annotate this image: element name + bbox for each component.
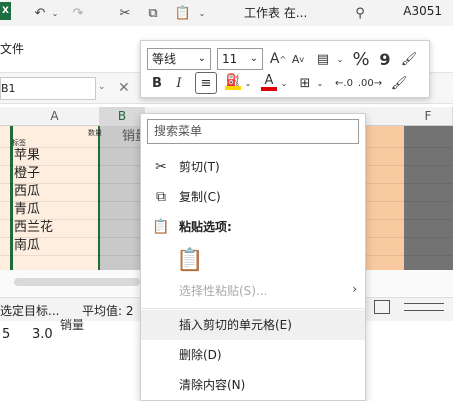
copy-icon[interactable]: ⧉ bbox=[144, 5, 162, 21]
cut-icon[interactable]: ✂ bbox=[116, 5, 134, 21]
font-size-value: 11 bbox=[222, 52, 238, 66]
font-name-value: 等线 bbox=[152, 52, 177, 66]
menu-item-copy[interactable]: ⧉ 复制(C) bbox=[141, 182, 365, 212]
menu-item-label: 插入剪切的单元格(E) bbox=[179, 318, 292, 332]
chevron-down-icon[interactable]: ⌄ bbox=[315, 73, 325, 93]
status-average[interactable]: 平均值: 2 bbox=[82, 302, 134, 319]
search-icon[interactable]: ⚲ bbox=[350, 5, 370, 21]
table-row[interactable]: 西兰花 bbox=[14, 219, 53, 237]
font-color-button[interactable]: A bbox=[259, 72, 279, 92]
chevron-down-icon: ⌄ bbox=[197, 53, 206, 64]
table-row[interactable]: 橙子 bbox=[14, 165, 40, 183]
table-row[interactable]: 青瓜 bbox=[14, 201, 40, 219]
menu-item-clear-contents[interactable]: 清除内容(N) bbox=[141, 370, 365, 400]
percent-button[interactable]: % bbox=[351, 49, 371, 70]
font-name-select[interactable]: 等线 ⌄ bbox=[147, 48, 211, 70]
menu-item-delete[interactable]: 删除(D) bbox=[141, 340, 365, 370]
header-small-label: 数量 bbox=[88, 129, 102, 137]
name-box[interactable]: B1 bbox=[0, 77, 96, 100]
chevron-down-icon: ⌄ bbox=[249, 53, 258, 64]
value-cell: 3.0 bbox=[32, 327, 53, 342]
menu-item-label: 粘贴选项: bbox=[179, 220, 232, 234]
undo-icon[interactable]: ↶ bbox=[30, 5, 50, 21]
mini-toolbar: 等线 ⌄ 11 ⌄ A ^ Av ▤ ⌄ % 9 🖌 B I ≡ ⛽ ⌄ A ⌄ … bbox=[140, 40, 430, 98]
column-header-a[interactable]: A bbox=[10, 107, 100, 126]
cut-icon: ✂ bbox=[155, 159, 167, 175]
chevron-down-icon[interactable]: ⌄ bbox=[98, 82, 106, 92]
align-center-button[interactable]: ≡ bbox=[195, 72, 217, 94]
chevron-right-icon: › bbox=[352, 282, 357, 296]
table-row[interactable]: 南瓜 bbox=[14, 237, 40, 255]
page-break-icon[interactable] bbox=[404, 303, 444, 311]
paste-option-button[interactable]: 📋 bbox=[141, 244, 365, 276]
decrease-decimal-icon[interactable]: .00→ bbox=[358, 73, 382, 93]
number-format-icon[interactable]: ▤ bbox=[313, 49, 333, 69]
chevron-down-icon[interactable]: ⌄ bbox=[243, 73, 253, 93]
title-bar: X ↶ ⌄ ↷ ✂ ⧉ 📋 ⌄ 工作表 在... ⚲ A3051 bbox=[0, 0, 453, 26]
font-size-select[interactable]: 11 ⌄ bbox=[217, 48, 263, 70]
excel-logo: X bbox=[0, 2, 11, 20]
italic-button[interactable]: I bbox=[169, 73, 189, 93]
shrink-font-icon: A bbox=[291, 52, 300, 66]
paint-bucket-icon: ⛽ bbox=[225, 73, 241, 87]
paste-icon[interactable]: 📋 bbox=[174, 5, 192, 21]
menu-item-label: 删除(D) bbox=[179, 348, 222, 362]
format-painter-icon[interactable]: 🖌 bbox=[399, 49, 419, 69]
paste-icon: 📋 bbox=[152, 219, 170, 235]
chevron-down-icon[interactable]: ⌄ bbox=[279, 73, 289, 93]
page-layout-icon[interactable] bbox=[374, 300, 390, 314]
menu-item-cut[interactable]: ✂ 剪切(T) bbox=[141, 152, 365, 182]
menu-item-label: 复制(C) bbox=[179, 190, 221, 204]
format-painter-icon[interactable]: 🖌 bbox=[389, 73, 409, 93]
borders-icon[interactable]: ⊞ bbox=[295, 73, 315, 93]
chevron-down-icon[interactable]: ⌄ bbox=[335, 49, 345, 69]
menu-item-paste-options: 📋 粘贴选项: bbox=[141, 212, 365, 242]
redo-icon[interactable]: ↷ bbox=[68, 5, 88, 21]
paste-icon[interactable]: 📋 bbox=[176, 248, 203, 273]
menu-item-insert-cut-cells[interactable]: 插入剪切的单元格(E) bbox=[141, 310, 365, 340]
menu-item-label: 剪切(T) bbox=[179, 160, 220, 174]
column-header-f[interactable]: F bbox=[404, 107, 453, 126]
chevron-down-icon[interactable]: ⌄ bbox=[50, 5, 60, 21]
status-mode: 选定目标... bbox=[0, 304, 60, 318]
column-header-b[interactable]: B bbox=[100, 107, 145, 126]
shrink-font-button[interactable]: Av bbox=[289, 49, 307, 69]
fill-color-button[interactable]: ⛽ bbox=[223, 72, 243, 92]
table-row[interactable]: 苹果 bbox=[14, 147, 40, 165]
user-name[interactable]: A3051 bbox=[403, 4, 442, 18]
menu-item-label: 清除内容(N) bbox=[179, 378, 246, 392]
font-color-icon: A bbox=[264, 72, 274, 88]
context-menu: 搜索菜单 ✂ 剪切(T) ⧉ 复制(C) 📋 粘贴选项: 📋 选择性粘贴(S).… bbox=[140, 113, 366, 401]
menu-item-label: 选择性粘贴(S)... bbox=[179, 284, 268, 298]
workbook-title: 工作表 在... bbox=[244, 6, 308, 20]
bold-button[interactable]: B bbox=[147, 73, 167, 93]
value-cell: 5 bbox=[2, 327, 11, 342]
tab-file[interactable]: 文件 bbox=[0, 40, 24, 57]
menu-search-input[interactable]: 搜索菜单 bbox=[147, 119, 359, 144]
scrollbar-thumb[interactable] bbox=[14, 278, 140, 286]
comma-style-button[interactable]: 9 bbox=[375, 49, 395, 69]
grow-font-icon: A bbox=[269, 51, 280, 67]
copy-icon: ⧉ bbox=[156, 189, 166, 205]
increase-decimal-icon[interactable]: ←.0 bbox=[333, 73, 355, 93]
grow-font-button[interactable]: A ^ bbox=[269, 49, 287, 69]
chevron-down-icon[interactable]: ⌄ bbox=[196, 5, 208, 21]
menu-item-paste-special[interactable]: 选择性粘贴(S)... › bbox=[141, 276, 365, 306]
table-row[interactable]: 西瓜 bbox=[14, 183, 40, 201]
partial-label: 销量 bbox=[60, 318, 85, 332]
cancel-icon[interactable]: ✕ bbox=[118, 80, 130, 96]
